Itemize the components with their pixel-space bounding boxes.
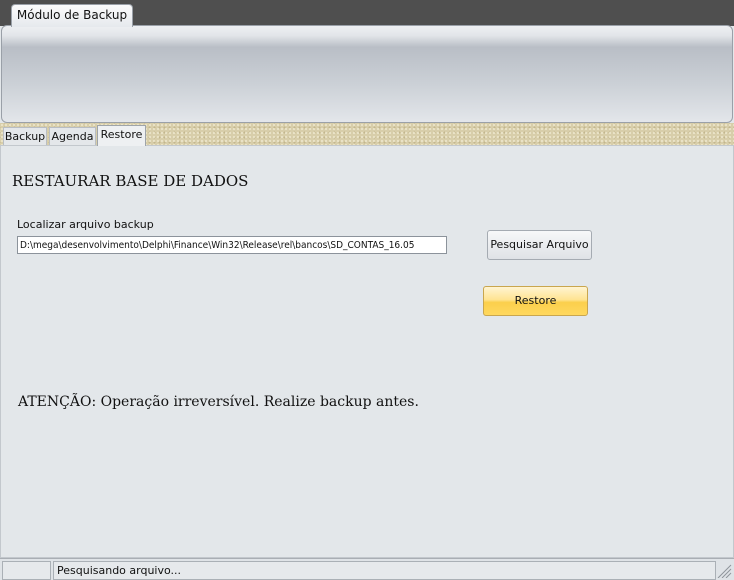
ribbon-panel [1, 25, 733, 123]
restore-panel [0, 145, 734, 558]
status-panel-1 [2, 561, 51, 580]
backup-file-label: Localizar arquivo backup [17, 218, 154, 231]
status-panel-2: Pesquisando arquivo... [53, 561, 716, 580]
backup-path-input[interactable] [17, 236, 447, 254]
page-title: RESTAURAR BASE DE DADOS [12, 172, 249, 190]
restore-button[interactable]: Restore [483, 286, 588, 316]
search-file-button[interactable]: Pesquisar Arquivo [487, 230, 592, 260]
resize-grip-icon[interactable] [716, 563, 732, 578]
ribbon-tab-backup-module[interactable]: Módulo de Backup [11, 4, 133, 27]
warning-message: ATENÇÃO: Operação irreversível. Realize … [18, 394, 419, 410]
tab-agenda[interactable]: Agenda [49, 127, 96, 146]
tab-backup[interactable]: Backup [3, 127, 47, 146]
tab-restore[interactable]: Restore [97, 125, 146, 146]
